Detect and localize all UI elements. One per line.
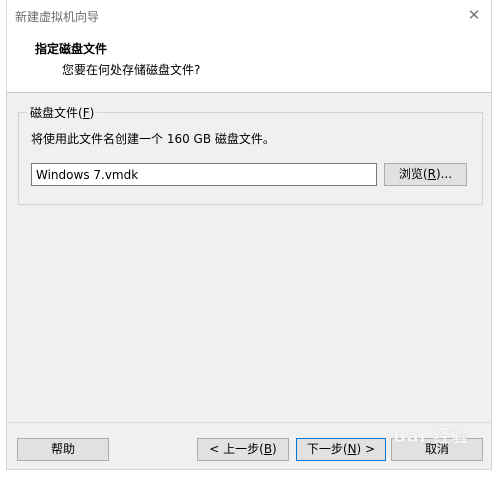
window-title: 新建虚拟机向导 bbox=[15, 10, 100, 24]
page-title: 指定磁盘文件 bbox=[35, 42, 108, 56]
next-button[interactable]: 下一步(N) > bbox=[296, 438, 386, 461]
title-bar: 新建虚拟机向导 ✕ bbox=[7, 0, 491, 32]
close-icon[interactable]: ✕ bbox=[463, 4, 485, 26]
disk-filename-input[interactable] bbox=[31, 163, 377, 186]
back-button[interactable]: < 上一步(B) bbox=[197, 438, 289, 461]
cancel-button[interactable]: 取消 bbox=[391, 438, 483, 461]
new-vm-wizard-dialog: 新建虚拟机向导 ✕ 指定磁盘文件 您要在何处存储磁盘文件? 磁盘文件(F) 将使… bbox=[6, 0, 492, 470]
disk-file-description: 将使用此文件名创建一个 160 GB 磁盘文件。 bbox=[31, 132, 275, 146]
disk-file-group-label: 磁盘文件(F) bbox=[27, 104, 98, 121]
wizard-header: 指定磁盘文件 您要在何处存储磁盘文件? bbox=[7, 32, 491, 93]
help-button[interactable]: 帮助 bbox=[17, 438, 109, 461]
footer-divider bbox=[7, 422, 491, 423]
browse-button[interactable]: 浏览(R)... bbox=[384, 163, 467, 186]
disk-file-group: 磁盘文件(F) 将使用此文件名创建一个 160 GB 磁盘文件。 浏览(R)..… bbox=[18, 104, 483, 205]
page-subtitle: 您要在何处存储磁盘文件? bbox=[62, 63, 201, 77]
